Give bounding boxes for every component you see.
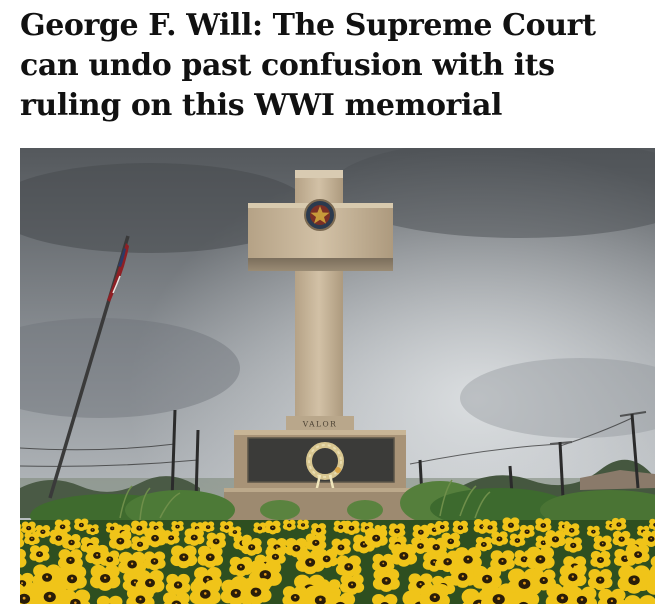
pansy-flower <box>315 548 338 569</box>
pansy-flower <box>449 564 477 588</box>
pansy-flower <box>253 522 267 534</box>
pansy-flower <box>372 568 400 592</box>
pansy-flower <box>282 519 296 531</box>
pansy-flower <box>241 537 263 556</box>
pansy-flower <box>390 544 418 567</box>
pansy-flower <box>24 531 40 546</box>
pansy-flower <box>593 535 613 552</box>
pansy-flower <box>412 524 430 540</box>
pansy-flower <box>617 565 651 594</box>
pansy-flower <box>586 525 600 537</box>
pansy-flower <box>170 545 198 569</box>
pansy-flower <box>535 518 552 533</box>
pansy-flower <box>74 518 89 532</box>
pansy-flower <box>264 520 281 535</box>
pansy-flower <box>339 574 365 595</box>
pansy-flower <box>364 527 388 548</box>
pansy-flower <box>62 534 81 551</box>
pansy-flower <box>162 530 180 545</box>
pansy-flower <box>29 545 50 563</box>
pansy-flower <box>90 564 121 591</box>
pansy-flower <box>490 531 509 547</box>
pansy-flower <box>452 520 469 535</box>
pansy-flower <box>563 523 580 537</box>
pansy-flower <box>502 517 520 533</box>
pansy-flower <box>545 529 566 548</box>
pansy-flower <box>526 546 555 572</box>
pansy-flower <box>201 521 215 533</box>
pansy-flower <box>99 550 120 568</box>
pansy-flower <box>564 537 583 553</box>
pansy-flower <box>305 533 327 552</box>
pansy-flower <box>108 530 132 551</box>
pansy-flower <box>184 528 205 546</box>
pansy-flower <box>388 523 406 538</box>
pansy-flower <box>587 569 613 591</box>
article-photo: VALOR <box>20 148 655 604</box>
monument-inscription: VALOR <box>302 420 338 429</box>
pansy-flower <box>165 573 191 596</box>
article-headline: George F. Will: The Supreme Court can un… <box>20 8 596 123</box>
pansy-flower <box>297 519 310 530</box>
pansy-flower <box>441 532 461 550</box>
pansy-flower <box>229 556 253 577</box>
pansy-flower <box>171 520 184 532</box>
pansy-flower <box>240 578 272 604</box>
pansy-flower <box>143 528 167 548</box>
pansy-flower <box>197 545 224 568</box>
pansy-flower <box>509 533 526 548</box>
pansy-flower <box>590 550 611 569</box>
pansy-flower <box>611 517 627 531</box>
pansy-flower <box>626 544 650 565</box>
pansy-flower <box>435 520 450 533</box>
pansy-flower <box>343 520 360 535</box>
pansy-flower <box>143 551 166 571</box>
pansy-flower <box>86 524 99 536</box>
